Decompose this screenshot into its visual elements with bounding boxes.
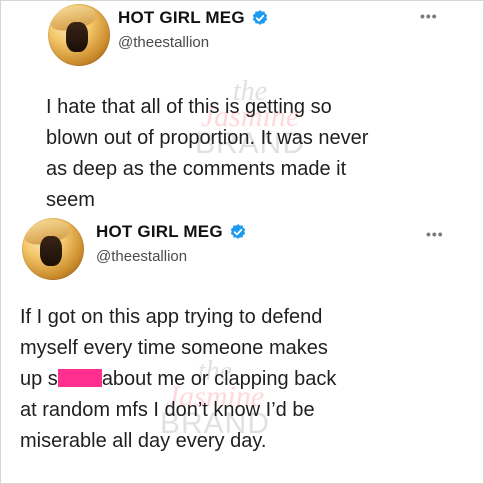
avatar-face (40, 236, 62, 266)
handle[interactable]: @theestallion (118, 34, 209, 51)
display-name[interactable]: HOT GIRL MEG (118, 8, 245, 28)
avatar[interactable] (22, 218, 84, 280)
verified-badge-icon (252, 10, 267, 25)
tweet-text: If I got on this app trying to defend my… (20, 302, 470, 457)
avatar[interactable] (48, 4, 110, 66)
avatar-face (66, 22, 88, 52)
more-options-icon[interactable]: ••• (426, 226, 444, 242)
author-row: HOT GIRL MEG (96, 222, 247, 242)
more-options-icon[interactable]: ••• (420, 8, 438, 24)
tweet-card[interactable]: HOT GIRL MEG @theestallion ••• the Jasmi… (0, 0, 484, 220)
tweet-text: I hate that all of this is getting so bl… (46, 96, 369, 211)
display-name[interactable]: HOT GIRL MEG (96, 222, 223, 242)
handle[interactable]: @theestallion (96, 248, 187, 265)
verified-badge-icon (230, 224, 245, 239)
tweet-card[interactable]: HOT GIRL MEG @theestallion ••• the Jasmi… (0, 212, 484, 484)
author-row: HOT GIRL MEG (118, 8, 269, 28)
censor-block (57, 369, 102, 387)
